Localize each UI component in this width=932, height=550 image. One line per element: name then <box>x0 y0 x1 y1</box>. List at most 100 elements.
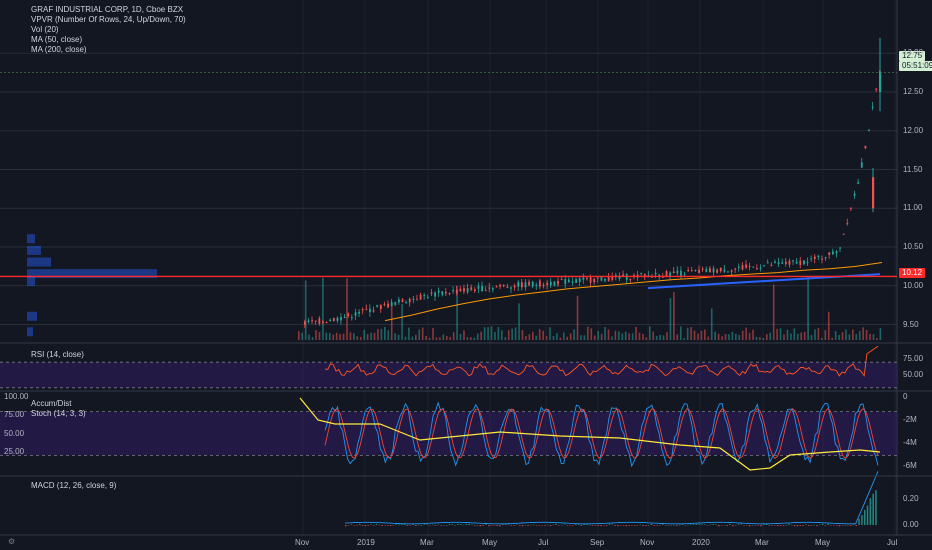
macd-hist-bar <box>670 525 672 526</box>
volume-bar <box>315 329 317 340</box>
volume-bar <box>807 275 809 340</box>
volume-bar <box>452 332 455 340</box>
candle-body <box>445 291 447 294</box>
candle-body <box>495 286 498 288</box>
indicator-vol[interactable]: Vol (20) <box>31 25 186 35</box>
candle-body <box>596 277 599 279</box>
volume-bar <box>463 330 465 340</box>
stoch-legend[interactable]: Accum/Dist Stoch (14, 3, 3) <box>31 399 86 419</box>
macd-hist-bar <box>821 523 824 525</box>
macd-hist-bar <box>650 523 653 525</box>
candle-body <box>803 260 805 265</box>
macd-hist-bar <box>791 524 793 526</box>
volume-bar <box>693 330 696 340</box>
candle-body <box>394 302 397 305</box>
candle-body <box>665 271 668 277</box>
indicator-ma50[interactable]: MA (50, close) <box>31 35 186 45</box>
volume-bar <box>487 327 489 340</box>
macd-hist-bar <box>875 490 877 525</box>
volume-bar <box>666 332 668 340</box>
volume-bar <box>466 337 469 340</box>
y-tick-label: 12.00 <box>903 125 924 135</box>
y-tick-label: 10.00 <box>903 280 924 290</box>
macd-hist-bar <box>746 525 748 526</box>
volume-bar <box>673 292 675 340</box>
macd-hist-bar <box>723 524 726 526</box>
candle-body <box>723 269 726 272</box>
macd-hist-bar <box>690 524 692 525</box>
volume-bar <box>308 334 310 340</box>
candle-body <box>361 309 364 311</box>
macd-hist-bar <box>734 525 737 526</box>
y-tick-label: 11.00 <box>903 203 923 213</box>
x-tick-label: Nov <box>295 538 310 547</box>
macd-hist-bar <box>774 525 776 526</box>
volume-bar <box>359 336 362 340</box>
stoch-tick-label: 75.00 <box>4 410 25 420</box>
macd-hist-bar <box>614 525 616 526</box>
macd-hist-bar <box>785 524 787 526</box>
candle-body <box>383 303 386 305</box>
candle-body <box>470 287 473 290</box>
candle-body <box>680 270 682 276</box>
symbol-title[interactable]: GRAF INDUSTRIAL CORP, 1D, Cboe BZX <box>31 5 186 15</box>
macd-hist-bar <box>788 523 790 525</box>
volume-bar <box>683 337 686 340</box>
macd-hist-bar <box>490 525 493 526</box>
volume-bar <box>504 337 507 340</box>
candle-body <box>441 291 444 295</box>
macd-hist-bar <box>617 525 619 527</box>
indicator-ma200[interactable]: MA (200, close) <box>31 45 186 55</box>
rsi-tick-label: 75.00 <box>903 354 924 363</box>
candle-body <box>748 265 751 267</box>
indicator-vpvr[interactable]: VPVR (Number Of Rows, 24, Up/Down, 70) <box>31 15 186 25</box>
volume-bar <box>538 329 541 340</box>
rsi-label: RSI (14, close) <box>31 350 84 359</box>
macd-hist-bar <box>802 525 804 526</box>
macd-hist-bar <box>673 524 675 526</box>
volume-bar <box>339 334 341 340</box>
macd-hist-bar <box>600 525 602 527</box>
macd-hist-bar <box>563 524 566 526</box>
volume-bar <box>621 333 624 340</box>
candle-body <box>398 299 400 303</box>
candle-body <box>701 268 704 270</box>
settings-icon[interactable]: ⚙ <box>8 537 16 546</box>
rsi-legend[interactable]: RSI (14, close) <box>31 350 84 360</box>
macd-hist-bar <box>367 525 369 526</box>
y-tick-label: 10.50 <box>903 242 924 251</box>
volume-bar <box>573 329 575 340</box>
macd-hist-bar <box>448 524 451 525</box>
volume-bar <box>421 327 424 340</box>
candle-body <box>376 305 379 307</box>
macd-label: MACD (12, 26, close, 9) <box>31 481 117 490</box>
macd-hist-bar <box>777 525 779 527</box>
macd-legend[interactable]: MACD (12, 26, close, 9) <box>31 481 116 491</box>
candle-body <box>774 261 776 263</box>
macd-hist-bar <box>835 525 838 526</box>
candle-body <box>336 317 339 321</box>
macd-hist-bar <box>580 525 583 527</box>
candle-body <box>770 264 773 266</box>
macd-hist-bar <box>611 524 613 526</box>
macd-hist-bar <box>356 525 358 526</box>
macd-hist-bar <box>406 525 409 526</box>
chart-canvas[interactable] <box>0 0 932 550</box>
macd-hist-bar <box>760 525 762 527</box>
volume-bar <box>597 330 599 340</box>
macd-hist-bar <box>743 525 745 526</box>
macd-hist-bar <box>824 525 827 526</box>
candle-body <box>553 281 556 286</box>
x-tick-label: Nov <box>640 538 655 547</box>
macd-hist-bar <box>740 524 743 525</box>
macd-hist-bar <box>387 525 389 526</box>
candle-body <box>535 284 538 286</box>
volume-bar <box>669 298 672 340</box>
volume-bar <box>618 331 620 340</box>
candle-body <box>481 286 484 292</box>
volume-bar <box>411 336 414 340</box>
volume-bar <box>772 284 775 340</box>
volume-bar <box>769 332 772 340</box>
candle-body <box>687 269 690 271</box>
macd-hist-bar <box>471 524 473 526</box>
